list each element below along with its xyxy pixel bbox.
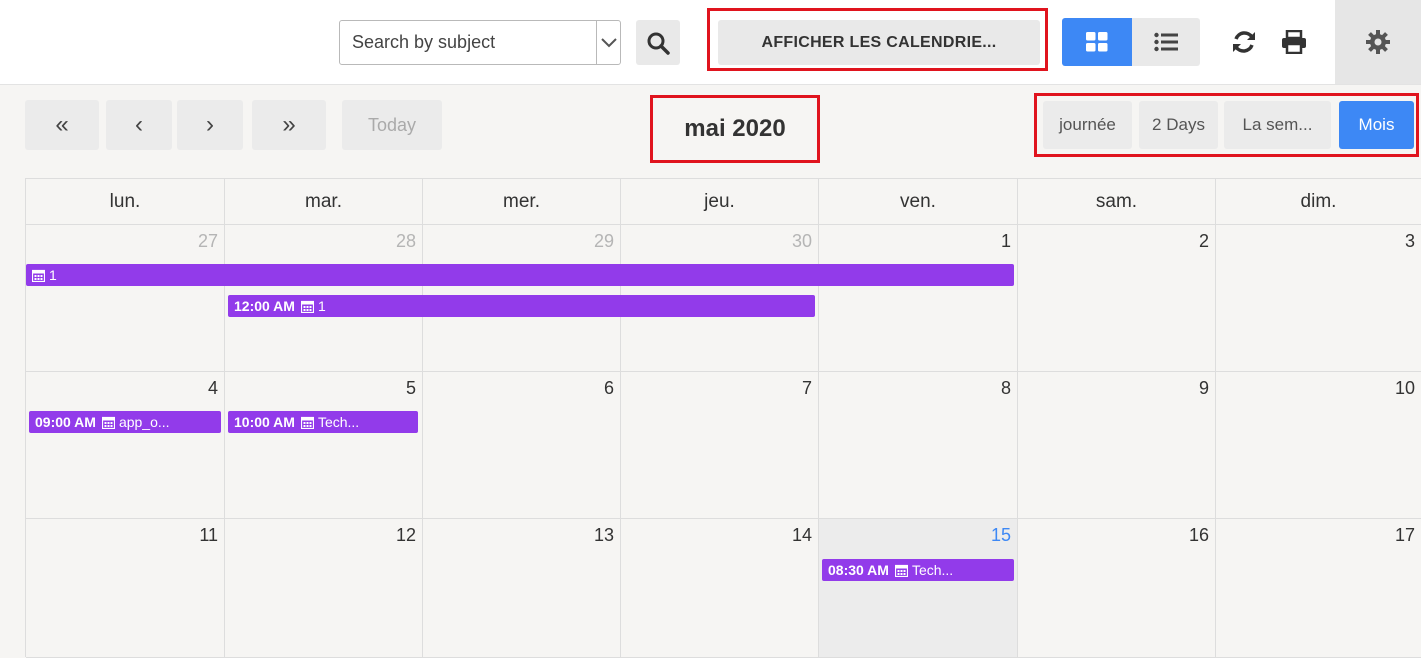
gear-icon xyxy=(1366,30,1390,54)
calendar-icon xyxy=(300,416,314,429)
prev-button[interactable]: ‹ xyxy=(106,100,172,150)
view-buttons-highlight xyxy=(1034,93,1419,157)
search-box xyxy=(339,20,621,65)
day-cell[interactable]: 12 xyxy=(225,519,423,658)
day-number[interactable]: 11 xyxy=(199,525,218,546)
refresh-icon xyxy=(1233,31,1255,53)
day-cell[interactable]: 27 xyxy=(26,225,225,372)
day-number[interactable]: 14 xyxy=(792,525,812,546)
print-icon xyxy=(1282,30,1306,54)
today-button[interactable]: Today xyxy=(342,100,442,150)
month-grid: lun. mar. mer. jeu. ven. sam. dim. 27 28 29 30 1 2 3 4… xyxy=(25,178,1421,658)
search-dropdown-button[interactable] xyxy=(596,21,620,64)
weekday-header: sam. xyxy=(1018,179,1216,225)
search-button[interactable] xyxy=(636,20,680,65)
event-label: app_o... xyxy=(118,414,170,430)
day-number[interactable]: 13 xyxy=(594,525,614,546)
search-input[interactable] xyxy=(340,21,596,64)
calendar-icon xyxy=(300,300,314,313)
day-number[interactable]: 4 xyxy=(208,378,218,399)
weekday-header: dim. xyxy=(1216,179,1421,225)
search-icon xyxy=(647,32,670,55)
event-time: 12:00 AM xyxy=(234,298,295,314)
day-cell[interactable]: 3 xyxy=(1216,225,1421,372)
event-label: Tech... xyxy=(911,562,954,578)
day-cell[interactable]: 11 xyxy=(26,519,225,658)
day-number[interactable]: 1 xyxy=(1001,231,1011,252)
day-cell[interactable]: 10 xyxy=(1216,372,1421,519)
weekday-header: mer. xyxy=(423,179,621,225)
day-number[interactable]: 5 xyxy=(406,378,416,399)
day-number[interactable]: 17 xyxy=(1395,525,1415,546)
chevron-down-icon xyxy=(600,37,617,47)
day-number[interactable]: 9 xyxy=(1199,378,1209,399)
day-number[interactable]: 10 xyxy=(1395,378,1415,399)
weekday-header: jeu. xyxy=(621,179,819,225)
event-label: Tech... xyxy=(317,414,360,430)
calendar-event[interactable]: 08:30 AM Tech... xyxy=(822,559,1014,581)
day-number[interactable]: 29 xyxy=(594,231,614,252)
weekday-header: mar. xyxy=(225,179,423,225)
day-number[interactable]: 27 xyxy=(198,231,218,252)
settings-button[interactable] xyxy=(1335,0,1421,84)
calendars-button-highlight xyxy=(707,8,1048,71)
last-button[interactable]: » xyxy=(252,100,326,150)
calendar-icon xyxy=(894,564,908,577)
day-number[interactable]: 8 xyxy=(1001,378,1011,399)
calendar-event[interactable]: 12:00 AM 1 xyxy=(228,295,815,317)
day-cell[interactable]: 2 xyxy=(1018,225,1216,372)
event-time: 09:00 AM xyxy=(35,414,96,430)
day-cell[interactable]: 13 xyxy=(423,519,621,658)
event-label: 1 xyxy=(49,267,57,283)
month-grid-view-button[interactable] xyxy=(1062,18,1132,66)
print-button[interactable] xyxy=(1274,22,1314,62)
next-button[interactable]: › xyxy=(177,100,243,150)
day-number[interactable]: 30 xyxy=(792,231,812,252)
event-time: 10:00 AM xyxy=(234,414,295,430)
day-number[interactable]: 28 xyxy=(396,231,416,252)
list-view-button[interactable] xyxy=(1132,18,1200,66)
calendar-icon xyxy=(32,269,45,282)
day-number[interactable]: 12 xyxy=(396,525,416,546)
grid-view-icon xyxy=(1086,32,1108,52)
refresh-button[interactable] xyxy=(1224,22,1264,62)
title-highlight xyxy=(650,95,820,163)
event-time: 08:30 AM xyxy=(828,562,889,578)
calendar-event[interactable]: 09:00 AM app_o... xyxy=(29,411,221,433)
day-cell[interactable]: 8 xyxy=(819,372,1018,519)
list-view-icon xyxy=(1154,32,1178,52)
day-cell[interactable]: 4 xyxy=(26,372,225,519)
day-cell[interactable]: 7 xyxy=(621,372,819,519)
day-cell[interactable]: 5 xyxy=(225,372,423,519)
calendar-event[interactable]: 10:00 AM Tech... xyxy=(228,411,418,433)
day-cell[interactable]: 6 xyxy=(423,372,621,519)
day-cell[interactable]: 9 xyxy=(1018,372,1216,519)
calendar-icon xyxy=(101,416,115,429)
event-label: 1 xyxy=(317,298,326,314)
day-number[interactable]: 16 xyxy=(1189,525,1209,546)
weekday-header: lun. xyxy=(26,179,225,225)
day-cell[interactable]: 14 xyxy=(621,519,819,658)
day-number[interactable]: 2 xyxy=(1199,231,1209,252)
day-cell[interactable]: 17 xyxy=(1216,519,1421,658)
first-button[interactable]: « xyxy=(25,100,99,150)
day-cell[interactable]: 15 xyxy=(819,519,1018,658)
weekday-header: ven. xyxy=(819,179,1018,225)
day-number[interactable]: 15 xyxy=(991,525,1011,546)
day-cell[interactable]: 16 xyxy=(1018,519,1216,658)
day-number[interactable]: 6 xyxy=(604,378,614,399)
day-cell[interactable]: 1 xyxy=(819,225,1018,372)
day-number[interactable]: 7 xyxy=(802,378,812,399)
calendar-event[interactable]: 1 xyxy=(26,264,1014,286)
day-number[interactable]: 3 xyxy=(1405,231,1415,252)
